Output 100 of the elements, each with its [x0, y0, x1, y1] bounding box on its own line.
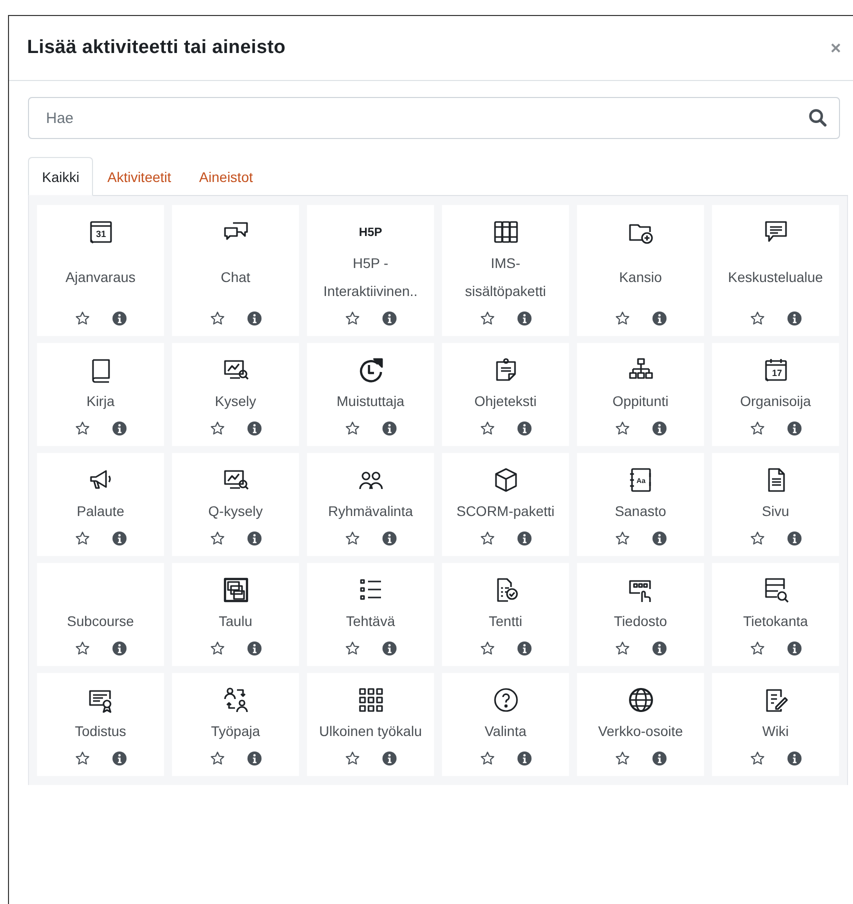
info-icon[interactable]	[652, 751, 666, 766]
windows-icon	[222, 576, 250, 604]
info-icon[interactable]	[112, 311, 126, 326]
activity-tile[interactable]: Verkko-osoite	[577, 673, 704, 776]
star-icon[interactable]	[74, 421, 90, 436]
info-icon[interactable]	[382, 641, 396, 656]
star-icon[interactable]	[614, 531, 630, 546]
star-icon[interactable]	[480, 421, 494, 436]
activity-tile[interactable]: Tietokanta	[712, 563, 839, 666]
activity-tile[interactable]: Chat	[172, 205, 299, 336]
star-icon[interactable]	[74, 311, 90, 326]
info-icon[interactable]	[246, 531, 262, 546]
activity-tile[interactable]: Työpaja	[172, 673, 299, 776]
star-icon[interactable]	[344, 641, 360, 656]
star-icon[interactable]	[74, 531, 90, 546]
star-icon[interactable]	[74, 751, 90, 766]
tab[interactable]: Aineistot	[185, 157, 267, 196]
star-icon[interactable]	[210, 421, 224, 436]
info-icon[interactable]	[382, 311, 396, 326]
star-icon[interactable]	[210, 531, 224, 546]
activity-tile[interactable]: Ulkoinen työkalu	[307, 673, 434, 776]
globe-icon	[626, 686, 654, 714]
search-icon[interactable]	[808, 108, 827, 127]
star-icon[interactable]	[74, 641, 90, 656]
info-icon[interactable]	[652, 311, 666, 326]
activity-tile[interactable]: 31 Ajanvaraus	[37, 205, 164, 336]
info-icon[interactable]	[786, 421, 802, 436]
activity-tile[interactable]: Wiki	[712, 673, 839, 776]
info-icon[interactable]	[516, 531, 532, 546]
logo-text: H5P	[358, 225, 382, 239]
info-icon[interactable]	[652, 531, 666, 546]
activity-tile[interactable]: IMS-sisältöpaketti	[442, 205, 569, 336]
search-field[interactable]: Hae	[28, 97, 840, 139]
info-icon[interactable]	[112, 531, 126, 546]
info-icon[interactable]	[382, 421, 396, 436]
activity-tile[interactable]: Taulu	[172, 563, 299, 666]
star-icon[interactable]	[750, 531, 764, 546]
info-icon[interactable]	[652, 641, 666, 656]
activity-tile[interactable]: Oppitunti	[577, 343, 704, 446]
tab[interactable]: Kaikki	[28, 157, 94, 196]
activity-tile[interactable]: H5P H5P - Interaktiivinen..	[307, 205, 434, 336]
info-icon[interactable]	[516, 311, 532, 326]
activity-tile[interactable]: Subcourse	[37, 563, 164, 666]
activity-tile[interactable]: Muistuttaja	[307, 343, 434, 446]
tab[interactable]: Aktiviteetit	[93, 157, 186, 196]
activity-tile[interactable]: Tiedosto	[577, 563, 704, 666]
activity-tile[interactable]: Ryhmävalinta	[307, 453, 434, 556]
activity-tile[interactable]: Todistus	[37, 673, 164, 776]
star-icon[interactable]	[614, 311, 630, 326]
activity-tile[interactable]: Kirja	[37, 343, 164, 446]
info-icon[interactable]	[652, 421, 666, 436]
star-icon[interactable]	[750, 421, 764, 436]
activity-tile[interactable]: Kysely	[172, 343, 299, 446]
info-icon[interactable]	[112, 641, 126, 656]
star-icon[interactable]	[344, 531, 360, 546]
info-icon[interactable]	[786, 531, 802, 546]
star-icon[interactable]	[614, 421, 630, 436]
star-icon[interactable]	[480, 531, 494, 546]
star-icon[interactable]	[344, 311, 360, 326]
star-icon[interactable]	[210, 641, 224, 656]
activity-tile[interactable]: Tehtävä	[307, 563, 434, 666]
star-icon[interactable]	[210, 311, 224, 326]
star-icon[interactable]	[480, 751, 494, 766]
star-icon[interactable]	[480, 641, 494, 656]
star-icon[interactable]	[344, 421, 360, 436]
info-icon[interactable]	[246, 421, 262, 436]
star-icon[interactable]	[750, 641, 764, 656]
info-icon[interactable]	[246, 751, 262, 766]
info-icon[interactable]	[786, 751, 802, 766]
star-icon[interactable]	[344, 751, 360, 766]
info-icon[interactable]	[786, 311, 802, 326]
info-icon[interactable]	[112, 421, 126, 436]
star-icon[interactable]	[614, 641, 630, 656]
activity-name: Sivu	[762, 502, 790, 521]
activity-tile[interactable]: Keskustelualue	[712, 205, 839, 336]
activity-tile[interactable]: Palaute	[37, 453, 164, 556]
star-icon[interactable]	[750, 751, 764, 766]
activity-tile[interactable]: Tentti	[442, 563, 569, 666]
info-icon[interactable]	[112, 751, 126, 766]
activity-name: Ohjeteksti	[474, 392, 537, 411]
info-icon[interactable]	[516, 751, 532, 766]
star-icon[interactable]	[480, 311, 494, 326]
info-icon[interactable]	[382, 751, 396, 766]
star-icon[interactable]	[210, 751, 224, 766]
activity-name: Tiedosto	[614, 612, 668, 631]
info-icon[interactable]	[246, 311, 262, 326]
activity-tile[interactable]: Valinta	[442, 673, 569, 776]
activity-tile[interactable]: SCORM-paketti	[442, 453, 569, 556]
info-icon[interactable]	[382, 531, 396, 546]
star-icon[interactable]	[750, 311, 764, 326]
info-icon[interactable]	[246, 641, 262, 656]
star-icon[interactable]	[614, 751, 630, 766]
activity-tile[interactable]: Q-kysely	[172, 453, 299, 556]
info-icon[interactable]	[786, 641, 802, 656]
info-icon[interactable]	[516, 421, 532, 436]
activity-tile[interactable]: Kansio	[577, 205, 704, 336]
info-icon[interactable]	[516, 641, 532, 656]
activity-tile[interactable]: Ohjeteksti	[442, 343, 569, 446]
activity-tile[interactable]: Sivu	[712, 453, 839, 556]
activity-tile[interactable]: 17 Organisoija	[712, 343, 839, 446]
